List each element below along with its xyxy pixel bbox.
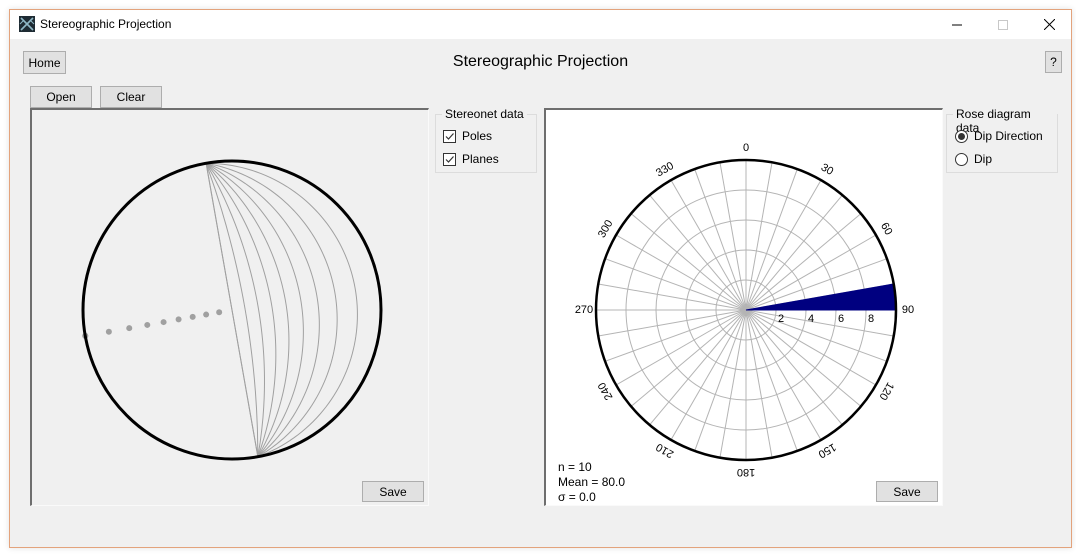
pole-point [203, 311, 210, 318]
pole-point [144, 321, 151, 328]
poles-check-icon[interactable] [443, 129, 456, 143]
dip-radio[interactable]: Dip [955, 152, 992, 166]
minimize-button[interactable] [934, 10, 980, 39]
dip-radio-icon[interactable] [955, 152, 968, 166]
radial-tick-label: 8 [868, 313, 874, 325]
maximize-icon [998, 19, 1008, 30]
window-title: Stereographic Projection [40, 17, 172, 31]
rose-data-group: Rose diagram data Dip Direction Dip [946, 107, 1058, 173]
title-bar: Stereographic Projection [10, 10, 1071, 39]
stat-n: n = 10 [558, 460, 592, 474]
pole-point [160, 319, 167, 326]
stereonet-save-button[interactable]: Save [362, 481, 424, 502]
close-button[interactable] [1026, 10, 1072, 39]
radial-tick-label: 2 [778, 313, 784, 325]
great-circle-plane [205, 163, 259, 457]
angle-label: 60 [878, 221, 895, 238]
close-icon [1043, 19, 1055, 30]
stereonet-panel: Save [30, 108, 429, 506]
angle-label: 210 [654, 441, 676, 461]
pole-point [216, 309, 223, 316]
angle-label: 330 [654, 160, 676, 180]
page-title: Stereographic Projection [452, 53, 629, 70]
angle-label: 30 [819, 161, 836, 178]
pole-point [175, 316, 182, 323]
radial-tick-label: 6 [838, 313, 844, 325]
rose-diagram-plot: 2 4 6 8 0 30 60 90 120 150 180 210 240 270 300 330 [575, 142, 914, 478]
great-circle-plane [205, 162, 277, 457]
planes-checkbox[interactable]: Planes [443, 152, 499, 166]
dip-direction-radio-icon[interactable] [955, 129, 968, 143]
radial-tick-label: 4 [808, 313, 814, 325]
help-button[interactable]: ? [1045, 51, 1062, 73]
dip-label: Dip [974, 152, 993, 166]
stat-mean: Mean = 80.0 [558, 475, 626, 489]
pole-point [105, 328, 112, 335]
stat-sigma: σ = 0.0 [558, 490, 596, 504]
maximize-button[interactable] [980, 10, 1026, 39]
stereonet-data-group: Stereonet data Poles Planes [435, 107, 537, 173]
rose-save-button[interactable]: Save [876, 481, 938, 502]
angle-label: 90 [902, 304, 914, 316]
app-logo-icon [19, 16, 35, 32]
clear-button[interactable]: Clear [100, 86, 162, 108]
dip-direction-radio[interactable]: Dip Direction [955, 129, 1043, 143]
angle-label: 240 [596, 380, 616, 402]
angle-label: 0 [743, 142, 749, 154]
great-circle-plane [206, 162, 338, 458]
angle-label: 270 [575, 304, 593, 316]
stereonet-data-title: Stereonet data [442, 107, 527, 121]
great-circle-plane [205, 163, 265, 457]
angle-label: 120 [877, 380, 897, 402]
planes-check-icon[interactable] [443, 152, 456, 166]
angle-label: 150 [816, 441, 838, 461]
stereonet-plot [81, 159, 383, 461]
pole-point [189, 313, 196, 320]
open-button[interactable]: Open [30, 86, 92, 108]
pole-point [126, 325, 133, 332]
dip-direction-label: Dip Direction [974, 129, 1043, 143]
rose-stats: n = 10 Mean = 80.0 σ = 0.0 [558, 460, 625, 505]
app-window: Stereographic Projection Home Stereograp… [9, 9, 1072, 548]
poles-label: Poles [462, 129, 493, 143]
minimize-icon [952, 24, 962, 25]
rose-diagram-panel: 2 4 6 8 0 30 60 90 120 150 180 210 240 270 300 330 n = … [544, 108, 943, 506]
angle-label: 300 [596, 218, 616, 240]
planes-label: Planes [462, 152, 499, 166]
poles-checkbox[interactable]: Poles [443, 129, 492, 143]
angle-label: 180 [737, 466, 755, 478]
